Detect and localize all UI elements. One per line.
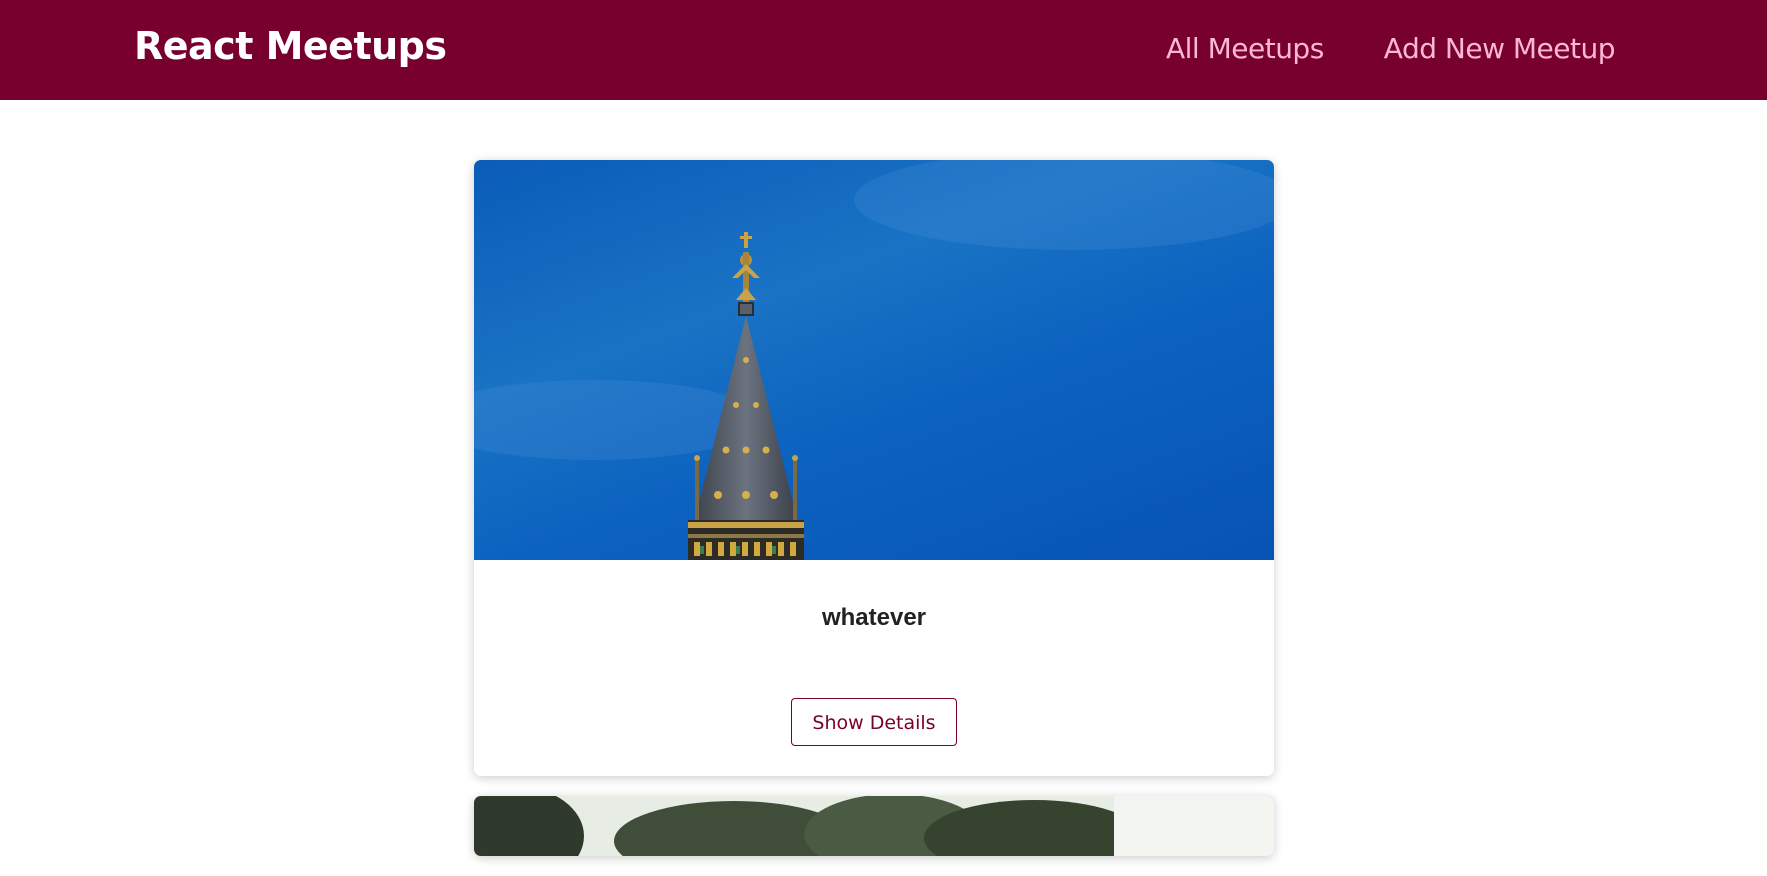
spire-image xyxy=(474,160,1274,560)
app-logo[interactable]: React Meetups xyxy=(134,24,447,68)
meetup-card-actions: Show Details xyxy=(474,668,1274,776)
meetup-title: whatever xyxy=(821,604,927,631)
main-navigation: All Meetups Add New Meetup xyxy=(1166,32,1616,65)
main-header: React Meetups All Meetups Add New Meetup xyxy=(0,0,1767,100)
meetup-image xyxy=(474,796,1274,856)
trees-image xyxy=(474,796,1274,856)
meetup-image xyxy=(474,160,1274,560)
meetup-card xyxy=(474,796,1274,856)
meetup-card: whatever Show Details xyxy=(474,160,1274,776)
nav-link-all-meetups[interactable]: All Meetups xyxy=(1166,32,1324,65)
show-details-button[interactable]: Show Details xyxy=(791,698,957,746)
meetup-card-content: whatever xyxy=(474,560,1274,668)
nav-link-add-new-meetup[interactable]: Add New Meetup xyxy=(1384,32,1616,65)
meetup-list: whatever Show Details xyxy=(474,160,1274,876)
